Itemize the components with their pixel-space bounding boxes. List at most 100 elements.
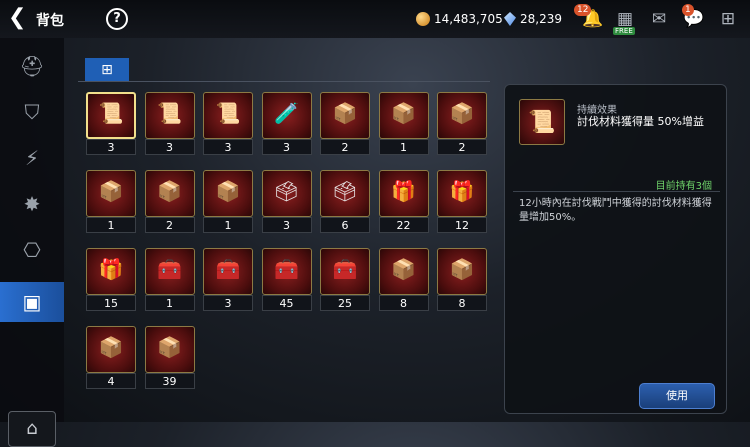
tab-divider <box>78 81 490 82</box>
mail-icon[interactable]: ✉ <box>649 9 669 29</box>
item-slot[interactable]: 📦 1 <box>203 170 253 234</box>
item-slot[interactable]: 📦 8 <box>437 248 487 312</box>
item-count: 4 <box>86 373 136 389</box>
item-slot[interactable]: 🗳 3 <box>261 170 312 234</box>
item-icon: 📜 <box>98 101 124 125</box>
chest-icon[interactable]: ▣ <box>0 282 64 322</box>
free-label: FREE <box>613 27 635 35</box>
lightning-icon[interactable]: ⚡ <box>0 138 64 178</box>
item-icon: 🧰 <box>332 257 358 281</box>
item-slot[interactable]: 📦 2 <box>320 92 370 156</box>
sidebar: ⛑ ⛉ ⚡ ✸ ⎔ ▣ ⌂ <box>0 38 64 447</box>
item-slot[interactable]: 📜 3 <box>144 92 195 156</box>
item-count: 3 <box>86 139 136 155</box>
badge-icon[interactable]: ✸ <box>0 184 64 224</box>
item-slot[interactable]: 🧰 3 <box>203 248 253 312</box>
item-icon: 📦 <box>215 179 241 203</box>
shield-icon[interactable]: ⛉ <box>0 92 64 132</box>
item-count: 2 <box>437 139 487 155</box>
tab-all-grid-icon[interactable]: ⊞ <box>85 58 129 82</box>
item-slot[interactable]: 🎁 15 <box>86 248 136 312</box>
item-count: 22 <box>378 217 429 233</box>
detail-divider <box>513 191 720 192</box>
item-slot[interactable]: 🗳 6 <box>320 170 370 234</box>
item-count: 8 <box>378 295 429 311</box>
item-count: 1 <box>378 139 429 155</box>
shop-icon[interactable]: ▦ <box>615 9 635 29</box>
item-count: 2 <box>144 217 195 233</box>
notification-badge: 12 <box>574 4 592 16</box>
bag-icon[interactable]: ⌂ <box>8 411 56 447</box>
item-count: 12 <box>437 217 487 233</box>
item-count: 3 <box>261 217 312 233</box>
item-icon: 🧰 <box>157 257 182 281</box>
item-icon: 🧪 <box>274 101 299 125</box>
chat-badge: 1 <box>682 4 694 16</box>
item-slot[interactable]: 🧰 25 <box>320 248 370 312</box>
use-button[interactable]: 使用 <box>639 383 715 409</box>
item-count: 2 <box>320 139 370 155</box>
item-slot[interactable]: 📦 1 <box>378 92 429 156</box>
item-slot[interactable]: 🎁 22 <box>378 170 429 234</box>
item-slot[interactable]: 🧰 45 <box>261 248 312 312</box>
item-icon: 🎁 <box>98 257 124 281</box>
item-icon: 🎁 <box>391 179 416 203</box>
item-slot[interactable]: 🧰 1 <box>144 248 195 312</box>
menu-grid-icon[interactable]: ⊞ <box>718 9 738 29</box>
scroll-icon[interactable]: ⎔ <box>0 230 64 270</box>
item-icon: 🧰 <box>215 257 241 281</box>
owned-count: 目前持有3個 <box>655 181 712 192</box>
item-slot[interactable]: 📦 1 <box>86 170 136 234</box>
item-slot[interactable]: 📜 3 <box>203 92 253 156</box>
item-count: 3 <box>203 295 253 311</box>
back-arrow-icon[interactable]: ❮ <box>8 7 26 29</box>
item-icon: 🧰 <box>274 257 299 281</box>
item-count: 15 <box>86 295 136 311</box>
item-count: 8 <box>437 295 487 311</box>
gold-currency: 14,483,705 <box>416 11 503 27</box>
item-icon: 📜 <box>157 101 182 125</box>
item-icon: 📦 <box>391 101 416 125</box>
helmet-icon[interactable]: ⛑ <box>0 46 64 86</box>
gem-currency: 28,239 <box>504 11 562 27</box>
top-bar: ❮ 背包 ? 14,483,705 28,239 🔔 12 ▦ FREE ✉ 💬… <box>0 0 750 38</box>
item-icon: 📜 <box>215 101 241 125</box>
detail-tag: 持續效果 <box>577 105 617 116</box>
item-slot[interactable]: 📦 2 <box>144 170 195 234</box>
item-slot[interactable]: 📦 39 <box>144 326 195 390</box>
item-icon: 📦 <box>332 101 358 125</box>
scroll-item-icon: 📜 <box>519 99 565 145</box>
item-count: 3 <box>203 139 253 155</box>
item-slot[interactable]: 📦 8 <box>378 248 429 312</box>
item-icon: 📦 <box>157 179 182 203</box>
detail-panel: 📜 持續效果 討伐材料獲得量 50%增益 目前持有3個 12小時內在討伐戰鬥中獲… <box>504 84 727 414</box>
item-slot[interactable]: 📦 2 <box>437 92 487 156</box>
item-icon: 📦 <box>98 335 124 359</box>
item-icon: 🗳 <box>332 179 358 203</box>
item-slot[interactable]: 🎁 12 <box>437 170 487 234</box>
detail-description: 12小時內在討伐戰鬥中獲得的討伐材料獲得量增加50%。 <box>519 198 712 223</box>
item-count: 3 <box>144 139 195 155</box>
item-count: 6 <box>320 217 370 233</box>
item-count: 25 <box>320 295 370 311</box>
gold-coin-icon <box>416 12 430 26</box>
detail-name: 討伐材料獲得量 50%增益 <box>577 115 704 128</box>
gem-icon <box>504 12 516 26</box>
item-slot[interactable]: 📜 3 <box>86 92 136 156</box>
item-count: 3 <box>261 139 312 155</box>
item-count: 1 <box>86 217 136 233</box>
page-title: 背包 <box>36 13 64 29</box>
item-icon: 📦 <box>98 179 124 203</box>
item-icon: 📦 <box>157 335 182 359</box>
item-icon: 📦 <box>449 257 475 281</box>
item-slot[interactable]: 🧪 3 <box>261 92 312 156</box>
item-count: 1 <box>203 217 253 233</box>
item-count: 39 <box>144 373 195 389</box>
item-icon: 🎁 <box>449 179 475 203</box>
item-count: 45 <box>261 295 312 311</box>
item-icon: 🗳 <box>273 179 300 203</box>
item-slot[interactable]: 📦 4 <box>86 326 136 390</box>
item-icon: 📦 <box>449 101 475 125</box>
item-icon: 📦 <box>391 257 416 281</box>
help-icon[interactable]: ? <box>106 8 128 30</box>
